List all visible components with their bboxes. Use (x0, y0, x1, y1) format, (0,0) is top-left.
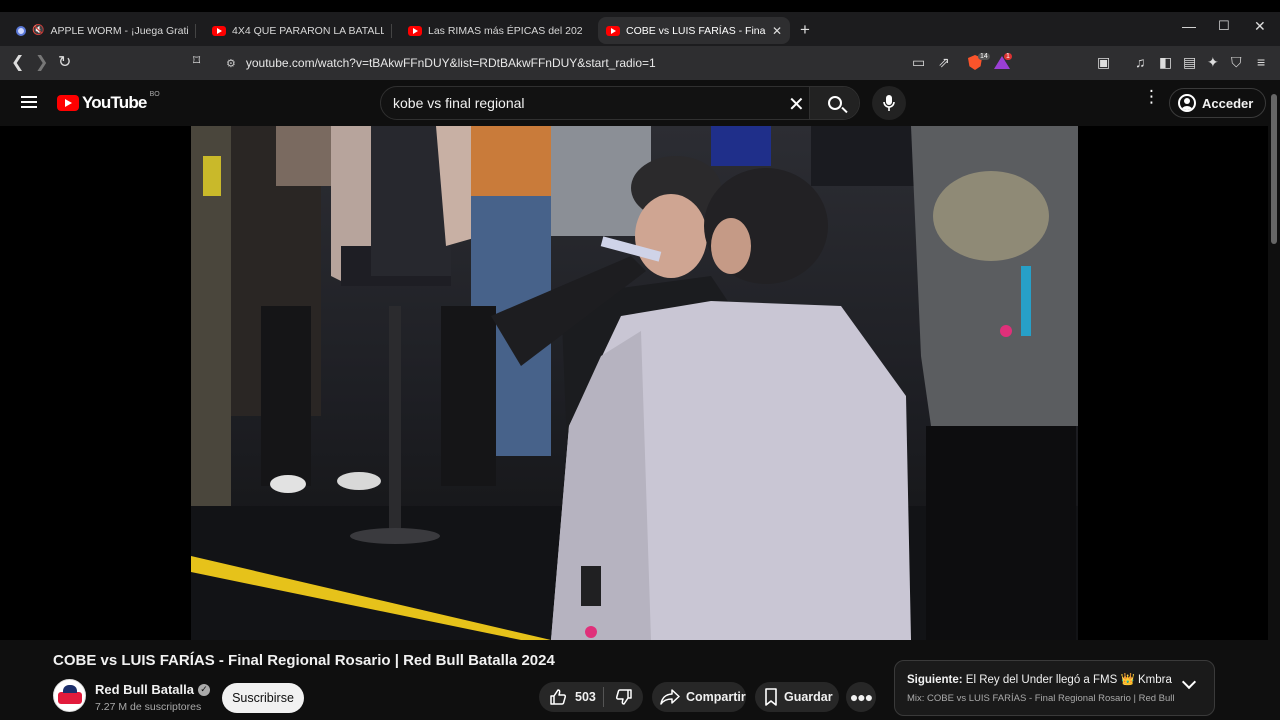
maximize-icon[interactable]: ☐ (1218, 18, 1230, 34)
youtube-favicon-icon (212, 25, 226, 36)
dislike-button[interactable] (604, 688, 643, 706)
close-window-icon[interactable]: ✕ (1254, 18, 1266, 35)
new-tab-button[interactable]: + (800, 20, 810, 40)
more-horizontal-icon: ●●● (849, 689, 873, 705)
share-arrow-icon (660, 689, 680, 705)
guide-menu-icon[interactable] (21, 96, 37, 108)
youtube-logo-icon (57, 95, 79, 111)
minimize-icon[interactable]: — (1182, 18, 1196, 34)
video-player[interactable] (0, 126, 1268, 640)
save-label: Guardar (784, 690, 833, 704)
youtube-header: YouTube BO ✕ ⋮ Acceder (0, 80, 1280, 126)
search-button[interactable] (809, 87, 859, 119)
brave-badge: 14 (978, 53, 990, 60)
browser-tab-2[interactable]: 4X4 QUE PARARON LA BATALLA 😱 (204, 17, 392, 44)
search-icon (827, 96, 842, 110)
up-next-prefix: Siguiente: (907, 674, 963, 686)
address-bar[interactable]: ⚙ youtube.com/watch?v=tBAkwFFnDUY&list=R… (218, 50, 958, 76)
subscribe-button[interactable]: Suscribirse (222, 683, 304, 713)
rewards-badge: 1 (1004, 53, 1012, 60)
scrollbar-thumb[interactable] (1271, 94, 1277, 244)
share-label: Compartir (686, 690, 746, 704)
tab-label: 4X4 QUE PARARON LA BATALLA 😱 (232, 24, 384, 37)
search-box: ✕ (380, 86, 860, 120)
sidebar-icon[interactable]: ◧ (1159, 54, 1172, 71)
back-icon[interactable]: ❮ (11, 52, 24, 72)
save-button[interactable]: Guardar (755, 682, 839, 712)
video-title: COBE vs LUIS FARÍAS - Final Regional Ros… (53, 652, 555, 669)
like-button[interactable]: 503 (539, 682, 603, 712)
site-settings-icon[interactable]: ⚙ (226, 57, 236, 70)
browser-tab-active[interactable]: COBE vs LUIS FARÍAS - Final R ✕ (598, 17, 790, 44)
tab-separator (391, 24, 392, 38)
youtube-logo[interactable]: YouTube BO (57, 91, 160, 113)
country-code: BO (149, 91, 160, 98)
like-dislike-group: 503 (539, 682, 643, 712)
bookmark-icon[interactable]: ⌑ (193, 52, 200, 69)
browser-toolbar: ❮ ❯ ↻ ⌑ ⚙ youtube.com/watch?v=tBAkwFFnDU… (0, 46, 1280, 80)
leo-ai-icon[interactable]: ✦ (1207, 54, 1219, 71)
up-next-panel[interactable]: Siguiente: El Rey del Under llegó a FMS … (894, 660, 1215, 716)
search-input[interactable] (381, 95, 771, 111)
cast-icon[interactable]: ▭ (912, 54, 925, 71)
browser-tab-3[interactable]: Las RIMAS más ÉPICAS del 2025 HAS (400, 17, 590, 44)
reload-icon[interactable]: ↻ (58, 52, 71, 72)
browser-tab-bar: 🔇 APPLE WORM - ¡Juega Gratis Onl 4X4 QUE… (0, 0, 1280, 46)
account-icon (1178, 94, 1196, 112)
tab-label: Las RIMAS más ÉPICAS del 2025 HAS (428, 24, 582, 37)
media-icon[interactable]: ♫ (1135, 54, 1146, 70)
share-button[interactable]: Compartir (652, 682, 746, 712)
logo-text: YouTube (82, 93, 147, 112)
microphone-icon (883, 95, 895, 111)
vpn-icon[interactable]: ⛉ (1231, 54, 1242, 71)
menu-icon[interactable]: ≡ (1257, 54, 1265, 70)
subscriber-count: 7.27 M de suscriptores (95, 701, 202, 713)
thumbs-down-icon (615, 689, 632, 705)
reader-mode-icon[interactable]: ▣ (1097, 54, 1110, 71)
up-next-title-line: Siguiente: El Rey del Under llegó a FMS … (907, 672, 1175, 686)
more-actions-button[interactable]: ●●● (846, 682, 876, 712)
wallet-icon[interactable]: ▤ (1183, 54, 1196, 71)
share-page-icon[interactable]: ⇗ (938, 54, 950, 71)
settings-more-icon[interactable]: ⋮ (1143, 88, 1160, 105)
tab-label: APPLE WORM - ¡Juega Gratis Onl (50, 24, 188, 37)
sign-in-button[interactable]: Acceder (1169, 88, 1267, 118)
thumbs-up-icon (550, 689, 567, 705)
chevron-down-icon[interactable] (1181, 674, 1197, 690)
bookmark-save-icon (765, 688, 777, 706)
forward-icon[interactable]: ❯ (35, 52, 48, 72)
channel-name-link[interactable]: Red Bull Batalla ✓ (95, 682, 210, 697)
sign-in-label: Acceder (1202, 95, 1254, 111)
browser-tab-1[interactable]: 🔇 APPLE WORM - ¡Juega Gratis Onl (8, 17, 196, 44)
url-text[interactable]: youtube.com/watch?v=tBAkwFFnDUY&list=RDt… (246, 56, 656, 70)
close-tab-icon[interactable]: ✕ (772, 24, 782, 38)
up-next-mix: Mix: COBE vs LUIS FARÍAS - Final Regiona… (907, 693, 1175, 704)
youtube-favicon-icon (606, 25, 620, 36)
channel-avatar[interactable] (53, 679, 86, 712)
globe-icon (16, 25, 26, 36)
channel-name: Red Bull Batalla (95, 682, 194, 697)
clear-search-icon[interactable]: ✕ (788, 92, 805, 117)
youtube-favicon-icon (408, 25, 422, 36)
video-frame[interactable] (191, 126, 1078, 640)
voice-search-button[interactable] (872, 86, 906, 120)
like-count: 503 (575, 690, 596, 704)
verified-badge-icon: ✓ (197, 683, 210, 696)
muted-speaker-icon[interactable]: 🔇 (32, 25, 44, 36)
up-next-title: El Rey del Under llegó a FMS 👑 Kmbra v..… (965, 674, 1175, 686)
video-frame-image (191, 126, 1078, 640)
page-scrollbar[interactable] (1268, 80, 1280, 720)
tab-label: COBE vs LUIS FARÍAS - Final R (626, 24, 766, 37)
tab-separator (195, 24, 196, 38)
